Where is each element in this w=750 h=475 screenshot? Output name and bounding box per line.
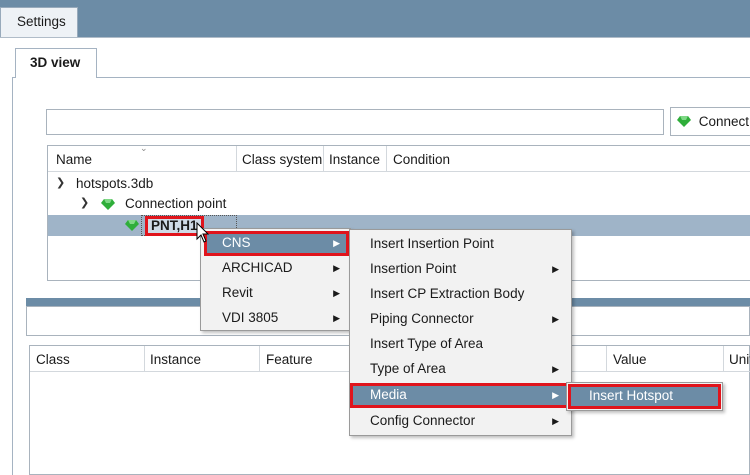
tree-col-condition[interactable]: Condition <box>393 152 450 167</box>
column-divider[interactable] <box>144 346 145 372</box>
tree-col-class-system[interactable]: Class system <box>242 152 322 167</box>
tree-node-hotspots[interactable]: ❯ hotspots.3db <box>48 174 750 195</box>
tree-col-instance[interactable]: Instance <box>329 152 380 167</box>
green-gem-icon <box>677 116 691 127</box>
context-menu: CNS ▶ ARCHICAD ▶ Revit ▶ VDI 3805 ▶ <box>200 228 351 331</box>
sort-caret-icon: ⌄ <box>140 145 148 153</box>
tab-3d-view[interactable]: 3D view <box>15 48 97 78</box>
window-title-tab[interactable]: Settings <box>0 7 78 37</box>
media-submenu: Insert Hotspot <box>566 382 723 411</box>
triangle-right-icon: ▶ <box>552 416 559 426</box>
column-divider[interactable] <box>259 346 260 372</box>
menu-item-insertion-point[interactable]: Insertion Point ▶ <box>352 257 569 282</box>
table-col-feature[interactable]: Feature <box>266 352 313 367</box>
menu-item-revit[interactable]: Revit ▶ <box>204 281 349 306</box>
menu-item-label: Insert Insertion Point <box>370 236 494 251</box>
tree-node-label-selected: PNT,H1 <box>145 216 204 236</box>
connect-button[interactable]: Connect <box>670 107 750 136</box>
column-divider[interactable] <box>386 146 387 172</box>
mouse-pointer-icon <box>196 222 210 243</box>
menu-item-label: Insert CP Extraction Body <box>370 286 525 301</box>
table-col-unit[interactable]: Unit <box>729 352 750 367</box>
menu-item-archicad[interactable]: ARCHICAD ▶ <box>204 256 349 281</box>
menu-item-label: Insert Type of Area <box>370 336 484 351</box>
menu-item-label: Insert Hotspot <box>589 388 674 403</box>
triangle-right-icon: ▶ <box>552 364 559 374</box>
table-col-class[interactable]: Class <box>36 352 70 367</box>
menu-item-label: Insertion Point <box>370 261 457 276</box>
tree-col-name[interactable]: Name <box>56 152 92 167</box>
menu-item-cns[interactable]: CNS ▶ <box>204 231 349 256</box>
menu-item-type-of-area[interactable]: Type of Area ▶ <box>352 357 569 382</box>
menu-item-label: Config Connector <box>370 413 476 428</box>
triangle-right-icon: ▶ <box>552 264 559 274</box>
table-col-instance[interactable]: Instance <box>150 352 201 367</box>
triangle-right-icon: ▶ <box>552 390 559 400</box>
filter-input[interactable] <box>46 109 664 135</box>
menu-item-config-connector[interactable]: Config Connector ▶ <box>352 409 569 434</box>
connect-button-label: Connect <box>698 114 750 129</box>
chevron-down-icon[interactable]: ❯ <box>56 176 65 189</box>
column-divider[interactable] <box>723 346 724 372</box>
green-gem-icon <box>125 220 139 231</box>
menu-item-media[interactable]: Media ▶ <box>350 383 571 408</box>
menu-item-insert-cp-extraction-body[interactable]: Insert CP Extraction Body <box>352 282 569 307</box>
column-divider[interactable] <box>323 146 324 172</box>
triangle-right-icon: ▶ <box>333 313 340 323</box>
triangle-right-icon: ▶ <box>333 238 340 248</box>
menu-item-label: Type of Area <box>370 361 446 376</box>
cns-submenu: Insert Insertion Point Insertion Point ▶… <box>349 229 572 436</box>
tree-node-connection-point[interactable]: ❯ Connection point <box>48 194 750 215</box>
menu-item-label: ARCHICAD <box>222 260 293 275</box>
triangle-right-icon: ▶ <box>552 314 559 324</box>
green-gem-icon <box>101 199 115 210</box>
table-col-value[interactable]: Value <box>613 352 647 367</box>
column-divider[interactable] <box>606 346 607 372</box>
tree-header: ⌄ Name Class system Instance Condition <box>48 146 750 172</box>
title-bar: Settings <box>0 0 750 37</box>
tree-node-label: Connection point <box>125 196 227 211</box>
menu-item-insert-hotspot[interactable]: Insert Hotspot <box>568 384 721 409</box>
menu-item-label: Revit <box>222 285 253 300</box>
menu-item-insert-insertion-point[interactable]: Insert Insertion Point <box>352 232 569 257</box>
tree-node-label: hotspots.3db <box>76 176 154 191</box>
column-divider[interactable] <box>236 146 237 172</box>
chevron-down-icon[interactable]: ❯ <box>80 196 89 209</box>
menu-item-label: Media <box>370 387 407 402</box>
menu-item-insert-type-of-area[interactable]: Insert Type of Area <box>352 332 569 357</box>
menu-item-label: CNS <box>222 235 251 250</box>
triangle-right-icon: ▶ <box>333 263 340 273</box>
menu-item-label: VDI 3805 <box>222 310 279 325</box>
window-title: Settings <box>17 14 66 29</box>
triangle-right-icon: ▶ <box>333 288 340 298</box>
menu-item-vdi-3805[interactable]: VDI 3805 ▶ <box>204 306 349 331</box>
menu-item-label: Piping Connector <box>370 311 474 326</box>
menu-item-piping-connector[interactable]: Piping Connector ▶ <box>352 307 569 332</box>
tab-3d-view-label: 3D view <box>30 55 81 70</box>
